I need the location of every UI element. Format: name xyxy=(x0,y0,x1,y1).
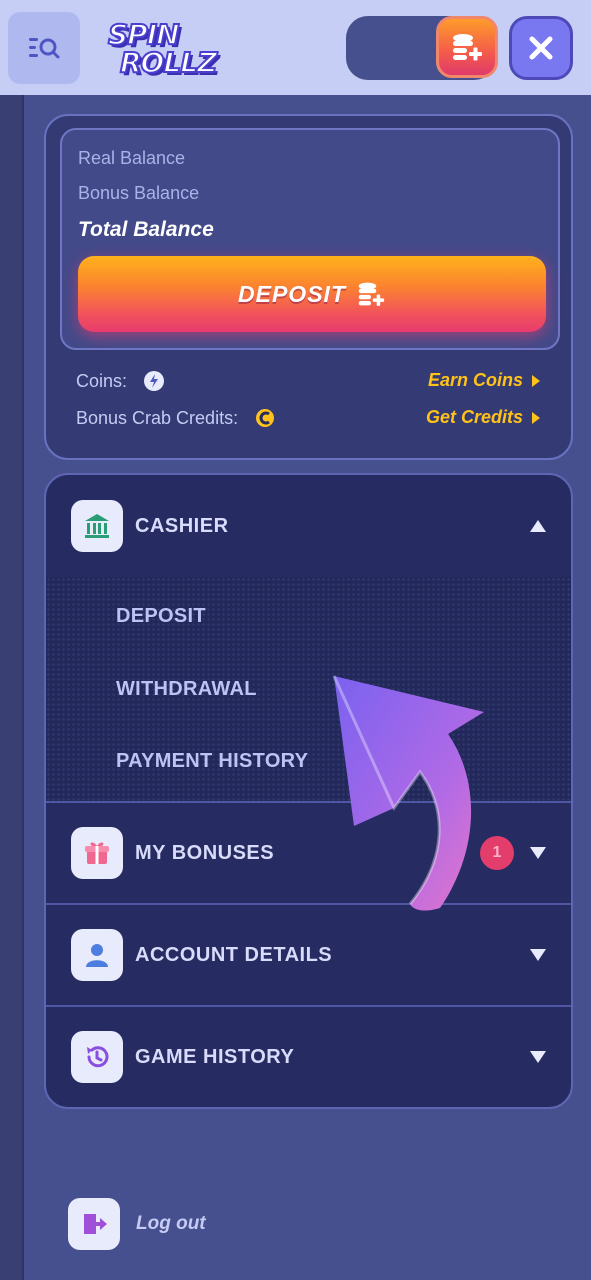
menu-label-my-bonuses: MY BONUSES xyxy=(135,841,275,864)
real-balance-label: Real Balance xyxy=(78,148,186,168)
balance-card: Real Balance Bonus Balance Total Balance… xyxy=(44,114,573,460)
deposit-button[interactable]: DEPOSIT xyxy=(78,256,546,332)
menu-item-game-history[interactable]: GAME HISTORY xyxy=(46,1006,571,1107)
coin-stack-plus-icon xyxy=(358,282,385,306)
user-icon xyxy=(71,929,123,981)
logout-icon xyxy=(68,1198,120,1250)
crab-credit-icon xyxy=(256,409,275,427)
close-menu-button[interactable] xyxy=(509,16,573,80)
get-credits-link[interactable]: Get Credits xyxy=(426,407,541,428)
top-bar: SPIN ROLLZ xyxy=(0,0,591,95)
bonus-balance-label: Bonus Balance xyxy=(78,183,200,203)
menu-search-icon xyxy=(29,38,60,59)
coins-label: Coins: xyxy=(76,370,128,391)
balance-summary: Real Balance Bonus Balance Total Balance… xyxy=(60,128,560,350)
logout-label: Log out xyxy=(136,1213,206,1234)
history-clock-icon xyxy=(71,1031,123,1083)
gift-icon xyxy=(71,827,123,879)
submenu-deposit[interactable]: DEPOSIT xyxy=(116,605,206,628)
coin-stack-plus-icon xyxy=(453,34,482,61)
menu-search-button[interactable] xyxy=(8,12,80,84)
cashier-submenu: DEPOSIT WITHDRAWAL PAYMENT HISTORY xyxy=(46,577,571,802)
submenu-withdrawal[interactable]: WITHDRAWAL xyxy=(116,678,257,701)
bank-icon xyxy=(71,500,123,552)
chevron-right-icon xyxy=(532,374,540,387)
bonus-count-badge: 1 xyxy=(480,836,514,870)
menu-label-cashier: CASHIER xyxy=(135,514,229,537)
add-coins-button[interactable] xyxy=(436,16,498,78)
background-page-strip xyxy=(0,95,24,1280)
get-credits-label: Get Credits xyxy=(425,407,523,427)
credits-row: Bonus Crab Credits: xyxy=(76,407,276,429)
logo-text-bottom: ROLLZ xyxy=(119,45,218,80)
menu-label-game-history: GAME HISTORY xyxy=(135,1045,295,1068)
submenu-payment-history[interactable]: PAYMENT HISTORY xyxy=(116,750,308,773)
menu-item-my-bonuses[interactable]: MY BONUSES 1 xyxy=(46,802,571,904)
earn-coins-label: Earn Coins xyxy=(427,370,523,390)
logout-button[interactable]: Log out xyxy=(68,1198,206,1250)
spinrollz-logo[interactable]: SPIN ROLLZ xyxy=(106,17,218,80)
close-icon xyxy=(529,36,553,60)
credits-label: Bonus Crab Credits: xyxy=(76,407,239,428)
menu-item-account-details[interactable]: ACCOUNT DETAILS xyxy=(46,904,571,1006)
lightning-coin-icon xyxy=(144,371,165,391)
chevron-right-icon xyxy=(532,411,540,424)
menu-item-cashier[interactable]: CASHIER xyxy=(46,475,571,577)
chevron-down-icon xyxy=(530,1051,546,1063)
earn-coins-link[interactable]: Earn Coins xyxy=(428,370,541,391)
coins-row: Coins: xyxy=(76,370,165,392)
deposit-button-label: DEPOSIT xyxy=(238,280,346,307)
total-balance-label: Total Balance xyxy=(78,218,214,241)
chevron-up-icon xyxy=(530,520,546,532)
chevron-down-icon xyxy=(530,847,546,859)
account-menu: DEPOSIT WITHDRAWAL PAYMENT HISTORY CASHI… xyxy=(44,473,573,1109)
chevron-down-icon xyxy=(530,949,546,961)
menu-label-account-details: ACCOUNT DETAILS xyxy=(135,943,333,966)
